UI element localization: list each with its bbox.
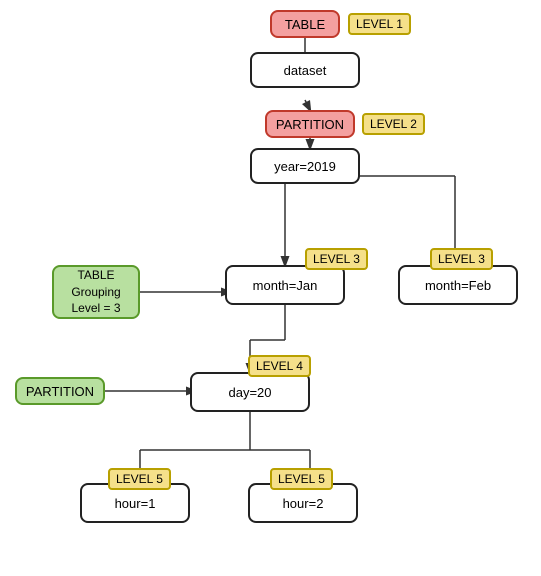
level2-badge: LEVEL 2 [362, 113, 425, 135]
level3-feb-badge: LEVEL 3 [430, 248, 493, 270]
diagram: TABLE LEVEL 1 dataset PARTITION LEVEL 2 … [0, 0, 541, 576]
grouping-node: TABLE Grouping Level = 3 [52, 265, 140, 319]
year-node: year=2019 [250, 148, 360, 184]
level5-2-badge: LEVEL 5 [270, 468, 333, 490]
month-jan-node: month=Jan [225, 265, 345, 305]
level5-1-badge: LEVEL 5 [108, 468, 171, 490]
level3-jan-badge: LEVEL 3 [305, 248, 368, 270]
table-node: TABLE [270, 10, 340, 38]
month-feb-node: month=Feb [398, 265, 518, 305]
level1-badge: LEVEL 1 [348, 13, 411, 35]
partition2-node: PARTITION [15, 377, 105, 405]
dataset-node: dataset [250, 52, 360, 88]
partition1-node: PARTITION [265, 110, 355, 138]
level4-badge: LEVEL 4 [248, 355, 311, 377]
day20-node: day=20 [190, 372, 310, 412]
